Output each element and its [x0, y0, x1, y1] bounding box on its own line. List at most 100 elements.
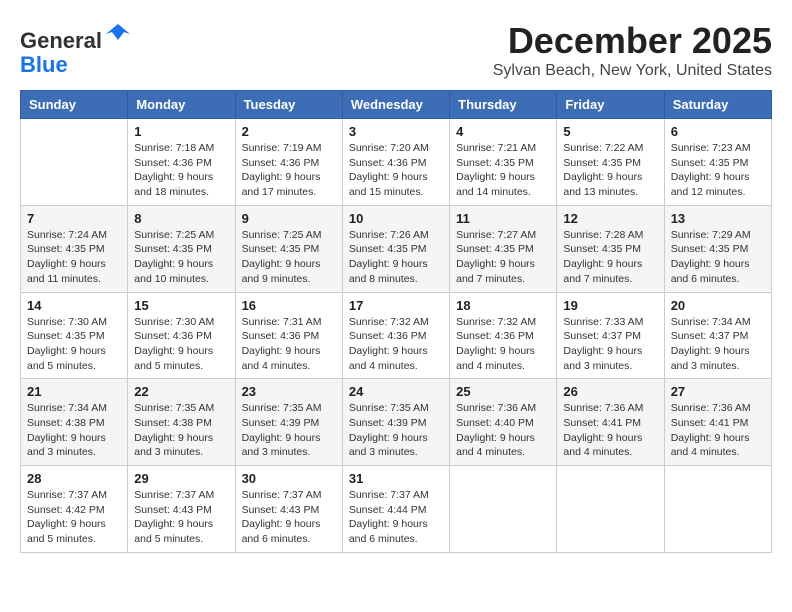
calendar-cell: 26Sunrise: 7:36 AM Sunset: 4:41 PM Dayli… [557, 379, 664, 466]
title-block: December 2025 Sylvan Beach, New York, Un… [493, 20, 772, 80]
day-number: 18 [456, 298, 550, 313]
day-info: Sunrise: 7:32 AM Sunset: 4:36 PM Dayligh… [349, 315, 443, 374]
day-info: Sunrise: 7:32 AM Sunset: 4:36 PM Dayligh… [456, 315, 550, 374]
calendar-cell: 27 Sunrise: 7:36 AM Sunset: 4:41 PM Dayli… [664, 379, 771, 466]
day-info: Sunrise: 7:37 AM Sunset: 4:42 PM Dayligh… [27, 488, 121, 547]
day-info: Sunrise: 7:35 AM Sunset: 4:38 PM Dayligh… [134, 401, 228, 460]
calendar-cell: 9Sunrise: 7:25 AM Sunset: 4:35 PM Daylig… [235, 205, 342, 292]
day-info: Sunrise: 7:37 AM Sunset: 4:43 PM Dayligh… [134, 488, 228, 547]
calendar-week-1: 1 Sunrise: 7:18 AM Sunset: 4:36 PM Daylig… [21, 119, 772, 206]
day-number: 8 [134, 211, 228, 226]
calendar-cell: 5Sunrise: 7:22 AM Sunset: 4:35 PM Daylig… [557, 119, 664, 206]
weekday-header-row: SundayMondayTuesdayWednesdayThursdayFrid… [21, 91, 772, 119]
calendar-cell: 30 Sunrise: 7:37 AM Sunset: 4:43 PM Dayli… [235, 466, 342, 553]
day-number: 25 [456, 384, 550, 399]
day-number: 23 [242, 384, 336, 399]
day-number: 30 [242, 471, 336, 486]
calendar-cell: 14 Sunrise: 7:30 AM Sunset: 4:35 PM Dayli… [21, 292, 128, 379]
day-number: 29 [134, 471, 228, 486]
day-info: Sunrise: 7:34 AM Sunset: 4:37 PM Dayligh… [671, 315, 765, 374]
calendar-cell [450, 466, 557, 553]
day-number: 28 [27, 471, 121, 486]
day-info: Sunrise: 7:19 AM Sunset: 4:36 PM Dayligh… [242, 141, 336, 200]
calendar-cell: 6 Sunrise: 7:23 AM Sunset: 4:35 PM Daylig… [664, 119, 771, 206]
weekday-header-monday: Monday [128, 91, 235, 119]
day-info: Sunrise: 7:37 AM Sunset: 4:43 PM Dayligh… [242, 488, 336, 547]
weekday-header-saturday: Saturday [664, 91, 771, 119]
weekday-header-tuesday: Tuesday [235, 91, 342, 119]
calendar-cell [557, 466, 664, 553]
day-info: Sunrise: 7:20 AM Sunset: 4:36 PM Dayligh… [349, 141, 443, 200]
day-number: 11 [456, 211, 550, 226]
day-info: Sunrise: 7:21 AM Sunset: 4:35 PM Dayligh… [456, 141, 550, 200]
calendar-cell: 17 Sunrise: 7:32 AM Sunset: 4:36 PM Dayli… [342, 292, 449, 379]
calendar-body: 1 Sunrise: 7:18 AM Sunset: 4:36 PM Daylig… [21, 119, 772, 553]
calendar-cell: 18 Sunrise: 7:32 AM Sunset: 4:36 PM Dayli… [450, 292, 557, 379]
weekday-header-thursday: Thursday [450, 91, 557, 119]
day-info: Sunrise: 7:27 AM Sunset: 4:35 PM Dayligh… [456, 228, 550, 287]
day-info: Sunrise: 7:26 AM Sunset: 4:35 PM Dayligh… [349, 228, 443, 287]
day-number: 16 [242, 298, 336, 313]
weekday-header-wednesday: Wednesday [342, 91, 449, 119]
calendar-cell: 29 Sunrise: 7:37 AM Sunset: 4:43 PM Dayli… [128, 466, 235, 553]
calendar-week-2: 7Sunrise: 7:24 AM Sunset: 4:35 PM Daylig… [21, 205, 772, 292]
day-number: 31 [349, 471, 443, 486]
calendar-cell: 7Sunrise: 7:24 AM Sunset: 4:35 PM Daylig… [21, 205, 128, 292]
logo-blue: Blue [20, 52, 68, 77]
day-number: 22 [134, 384, 228, 399]
day-info: Sunrise: 7:30 AM Sunset: 4:36 PM Dayligh… [134, 315, 228, 374]
calendar-week-3: 14 Sunrise: 7:30 AM Sunset: 4:35 PM Dayli… [21, 292, 772, 379]
day-number: 13 [671, 211, 765, 226]
day-number: 1 [134, 124, 228, 139]
day-number: 19 [563, 298, 657, 313]
day-number: 21 [27, 384, 121, 399]
logo-general: General [20, 28, 102, 53]
weekday-header-friday: Friday [557, 91, 664, 119]
calendar-cell: 13 Sunrise: 7:29 AM Sunset: 4:35 PM Dayli… [664, 205, 771, 292]
calendar-cell: 21Sunrise: 7:34 AM Sunset: 4:38 PM Dayli… [21, 379, 128, 466]
calendar-cell: 3 Sunrise: 7:20 AM Sunset: 4:36 PM Daylig… [342, 119, 449, 206]
day-number: 4 [456, 124, 550, 139]
calendar-cell: 19 Sunrise: 7:33 AM Sunset: 4:37 PM Dayli… [557, 292, 664, 379]
calendar-cell: 12Sunrise: 7:28 AM Sunset: 4:35 PM Dayli… [557, 205, 664, 292]
day-number: 27 [671, 384, 765, 399]
calendar-cell: 20 Sunrise: 7:34 AM Sunset: 4:37 PM Dayli… [664, 292, 771, 379]
day-number: 6 [671, 124, 765, 139]
calendar-cell: 15 Sunrise: 7:30 AM Sunset: 4:36 PM Dayli… [128, 292, 235, 379]
calendar-table: SundayMondayTuesdayWednesdayThursdayFrid… [20, 90, 772, 553]
calendar-cell: 23Sunrise: 7:35 AM Sunset: 4:39 PM Dayli… [235, 379, 342, 466]
day-number: 15 [134, 298, 228, 313]
day-number: 2 [242, 124, 336, 139]
day-number: 20 [671, 298, 765, 313]
day-number: 3 [349, 124, 443, 139]
calendar-cell: 28 Sunrise: 7:37 AM Sunset: 4:42 PM Dayli… [21, 466, 128, 553]
day-info: Sunrise: 7:36 AM Sunset: 4:40 PM Dayligh… [456, 401, 550, 460]
day-info: Sunrise: 7:31 AM Sunset: 4:36 PM Dayligh… [242, 315, 336, 374]
day-info: Sunrise: 7:18 AM Sunset: 4:36 PM Dayligh… [134, 141, 228, 200]
calendar-cell: 24 Sunrise: 7:35 AM Sunset: 4:39 PM Dayli… [342, 379, 449, 466]
day-info: Sunrise: 7:23 AM Sunset: 4:35 PM Dayligh… [671, 141, 765, 200]
location-subtitle: Sylvan Beach, New York, United States [493, 62, 772, 80]
day-number: 26 [563, 384, 657, 399]
day-number: 24 [349, 384, 443, 399]
day-info: Sunrise: 7:36 AM Sunset: 4:41 PM Dayligh… [671, 401, 765, 460]
day-number: 10 [349, 211, 443, 226]
calendar-cell: 31Sunrise: 7:37 AM Sunset: 4:44 PM Dayli… [342, 466, 449, 553]
day-info: Sunrise: 7:33 AM Sunset: 4:37 PM Dayligh… [563, 315, 657, 374]
calendar-cell: 4 Sunrise: 7:21 AM Sunset: 4:35 PM Daylig… [450, 119, 557, 206]
day-info: Sunrise: 7:30 AM Sunset: 4:35 PM Dayligh… [27, 315, 121, 374]
day-number: 17 [349, 298, 443, 313]
calendar-cell [664, 466, 771, 553]
day-info: Sunrise: 7:35 AM Sunset: 4:39 PM Dayligh… [349, 401, 443, 460]
day-info: Sunrise: 7:29 AM Sunset: 4:35 PM Dayligh… [671, 228, 765, 287]
calendar-cell [21, 119, 128, 206]
calendar-week-4: 21Sunrise: 7:34 AM Sunset: 4:38 PM Dayli… [21, 379, 772, 466]
month-title: December 2025 [493, 20, 772, 62]
day-info: Sunrise: 7:25 AM Sunset: 4:35 PM Dayligh… [134, 228, 228, 287]
calendar-cell: 8 Sunrise: 7:25 AM Sunset: 4:35 PM Daylig… [128, 205, 235, 292]
calendar-cell: 10 Sunrise: 7:26 AM Sunset: 4:35 PM Dayli… [342, 205, 449, 292]
day-info: Sunrise: 7:25 AM Sunset: 4:35 PM Dayligh… [242, 228, 336, 287]
day-info: Sunrise: 7:28 AM Sunset: 4:35 PM Dayligh… [563, 228, 657, 287]
logo-bird-icon [104, 20, 132, 48]
day-number: 14 [27, 298, 121, 313]
